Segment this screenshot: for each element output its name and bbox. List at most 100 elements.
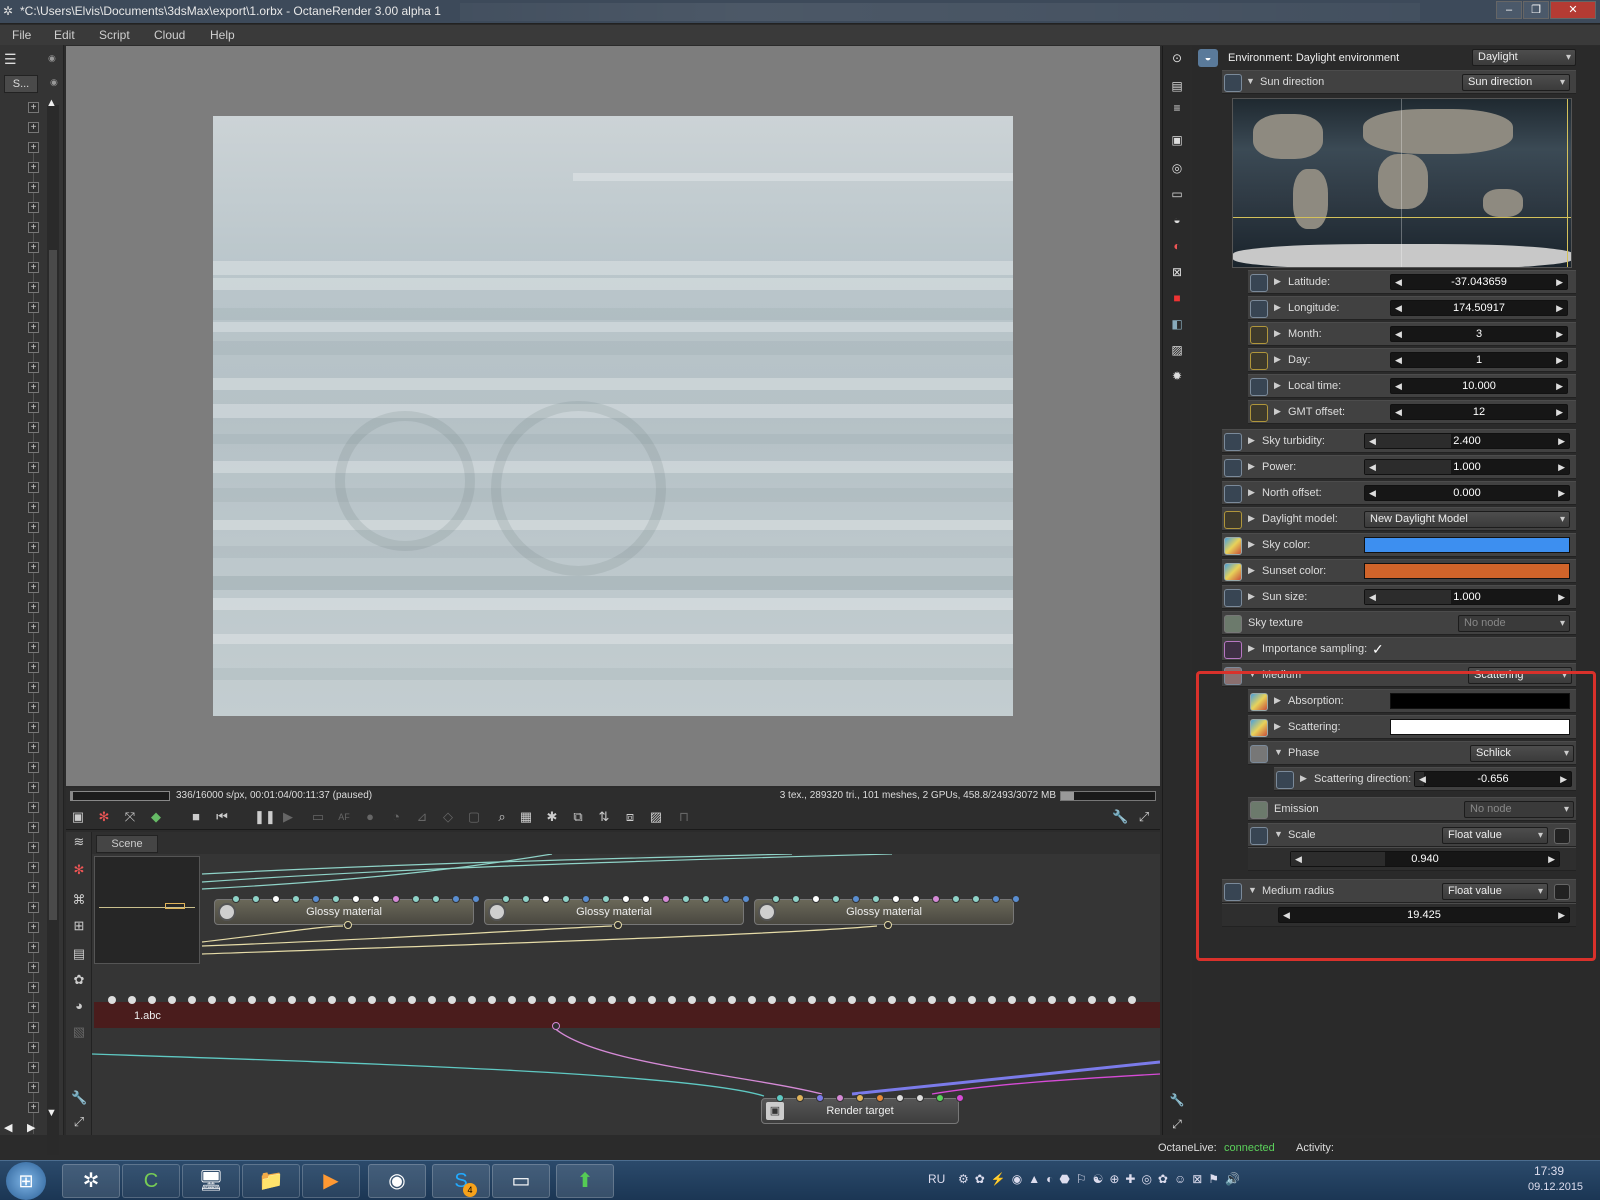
node-input-pin[interactable]	[292, 895, 300, 903]
node-list-icon[interactable]: ≋	[71, 834, 87, 850]
mesh-pin[interactable]	[408, 996, 416, 1004]
expand-plus-icon[interactable]: +	[28, 182, 39, 193]
sky-texture-dropdown[interactable]: No node	[1458, 615, 1570, 632]
node-input-pin[interactable]	[312, 895, 320, 903]
decrement-arrow-icon[interactable]: ◀	[1369, 590, 1376, 604]
clock-date[interactable]: 09.12.2015	[1528, 1181, 1583, 1193]
inspector-wrench-icon[interactable]: 🔧	[1169, 1092, 1185, 1108]
expand-triangle-icon[interactable]: ▶	[1274, 406, 1281, 417]
node-input-pin[interactable]	[622, 895, 630, 903]
node-input-pin[interactable]	[812, 895, 820, 903]
camera-icon[interactable]: ◎	[1169, 160, 1185, 176]
render-target-pin[interactable]	[816, 1094, 824, 1102]
camera-target-icon[interactable]: ⊿	[414, 809, 430, 825]
node-input-pin[interactable]	[992, 895, 1000, 903]
mesh-pin[interactable]	[868, 996, 876, 1004]
pause-icon[interactable]: ❚❚	[254, 809, 276, 825]
expand-plus-icon[interactable]: +	[28, 782, 39, 793]
taskbar-upload-icon[interactable]: ⬆	[556, 1164, 614, 1198]
mesh-pin[interactable]	[848, 996, 856, 1004]
film-region-icon[interactable]: ▢	[466, 809, 482, 825]
mesh-pin[interactable]	[768, 996, 776, 1004]
value-slider[interactable]: ◀ 1.000 ▶	[1364, 459, 1570, 475]
expand-triangle-icon[interactable]: ▶	[1274, 276, 1281, 287]
sky-color-swatch[interactable]	[1364, 537, 1570, 553]
node-fullscreen-icon[interactable]: ⤢	[71, 1114, 87, 1130]
mesh-pin[interactable]	[168, 996, 176, 1004]
taskbar-monitor-icon[interactable]: 🖥	[182, 1164, 240, 1198]
tab-scene[interactable]: Scene	[96, 835, 158, 853]
mesh-pin[interactable]	[608, 996, 616, 1004]
render-target-pin[interactable]	[896, 1094, 904, 1102]
node-input-pin[interactable]	[602, 895, 610, 903]
expand-triangle-icon[interactable]: ▶	[1248, 513, 1255, 524]
mesh-pin[interactable]	[228, 996, 236, 1004]
mesh-pin[interactable]	[588, 996, 596, 1004]
node-sphere-icon[interactable]: ◕	[71, 998, 87, 1014]
taskbar-chrome-icon[interactable]: ◉	[368, 1164, 426, 1198]
menu-script[interactable]: Script	[99, 28, 130, 42]
expand-triangle-icon[interactable]: ▶	[1274, 380, 1281, 391]
expand-plus-icon[interactable]: +	[28, 262, 39, 273]
mesh-pin[interactable]	[788, 996, 796, 1004]
expand-plus-icon[interactable]: +	[28, 642, 39, 653]
expand-plus-icon[interactable]: +	[28, 222, 39, 233]
increment-arrow-icon[interactable]: ▶	[1558, 434, 1565, 448]
expand-plus-icon[interactable]: +	[28, 1062, 39, 1073]
taskbar-skype-icon[interactable]: S 4	[432, 1164, 490, 1198]
mesh-pin[interactable]	[208, 996, 216, 1004]
mesh-pin[interactable]	[508, 996, 516, 1004]
mesh-pin[interactable]	[368, 996, 376, 1004]
mesh-pin[interactable]	[928, 996, 936, 1004]
decrement-arrow-icon[interactable]: ◀	[1369, 434, 1376, 448]
node-input-pin[interactable]	[792, 895, 800, 903]
node-input-pin[interactable]	[912, 895, 920, 903]
expand-plus-icon[interactable]: +	[28, 722, 39, 733]
expand-triangle-icon[interactable]: ▶	[1248, 565, 1255, 576]
expand-triangle-icon[interactable]: ▶	[1248, 435, 1255, 446]
expand-plus-icon[interactable]: +	[28, 282, 39, 293]
copy-icon[interactable]: ⧉	[570, 809, 586, 825]
value-slider[interactable]: ◀ 12 ▶	[1390, 404, 1568, 420]
node-input-pin[interactable]	[642, 895, 650, 903]
mesh-pin[interactable]	[908, 996, 916, 1004]
value-slider[interactable]: ◀ 174.50917 ▶	[1390, 300, 1568, 316]
mesh-pin[interactable]	[1088, 996, 1096, 1004]
tray-icons[interactable]: ⚙✿⚡◉▲◐⬣⚐☯⊕✚◎✿☺⊠⚑🔊	[958, 1172, 1246, 1186]
save-image-icon[interactable]: ▣	[70, 809, 86, 825]
render-target-pin[interactable]	[956, 1094, 964, 1102]
mesh-pin[interactable]	[528, 996, 536, 1004]
mesh-pin[interactable]	[568, 996, 576, 1004]
mesh-pin[interactable]	[708, 996, 716, 1004]
mesh-pin[interactable]	[388, 996, 396, 1004]
node-output-pin[interactable]	[344, 921, 352, 929]
pin-type-icon[interactable]	[1250, 326, 1268, 344]
render-target-pin[interactable]	[876, 1094, 884, 1102]
expand-plus-icon[interactable]: +	[28, 662, 39, 673]
increment-arrow-icon[interactable]: ▶	[1556, 275, 1563, 289]
expand-plus-icon[interactable]: +	[28, 482, 39, 493]
value-slider[interactable]: ◀ 3 ▶	[1390, 326, 1568, 342]
node-input-pin[interactable]	[332, 895, 340, 903]
pin-type-icon[interactable]	[1224, 563, 1242, 581]
render-image[interactable]	[213, 116, 1013, 716]
expand-plus-icon[interactable]: +	[28, 242, 39, 253]
paint-icon[interactable]: ◐	[1169, 238, 1185, 254]
lock-icon[interactable]: ⊓	[676, 809, 692, 825]
increment-arrow-icon[interactable]: ▶	[1556, 353, 1563, 367]
mesh-pin[interactable]	[1068, 996, 1076, 1004]
pin-type-icon[interactable]	[1224, 537, 1242, 555]
node-input-pin[interactable]	[972, 895, 980, 903]
node-input-pin[interactable]	[892, 895, 900, 903]
mesh-pin[interactable]	[648, 996, 656, 1004]
expand-plus-icon[interactable]: +	[28, 882, 39, 893]
taskbar-explorer-icon[interactable]: 📁	[242, 1164, 300, 1198]
expand-plus-icon[interactable]: +	[28, 922, 39, 933]
collapse-triangle-icon[interactable]: ▼	[1246, 76, 1255, 86]
mesh-pin[interactable]	[628, 996, 636, 1004]
inspector-camera-icon[interactable]: ⊙	[1169, 50, 1185, 66]
cube-icon[interactable]: ◆	[148, 809, 164, 825]
render-target-pin[interactable]	[796, 1094, 804, 1102]
render-viewport[interactable]	[66, 46, 1160, 786]
value-slider[interactable]: ◀ 0.000 ▶	[1364, 485, 1570, 501]
